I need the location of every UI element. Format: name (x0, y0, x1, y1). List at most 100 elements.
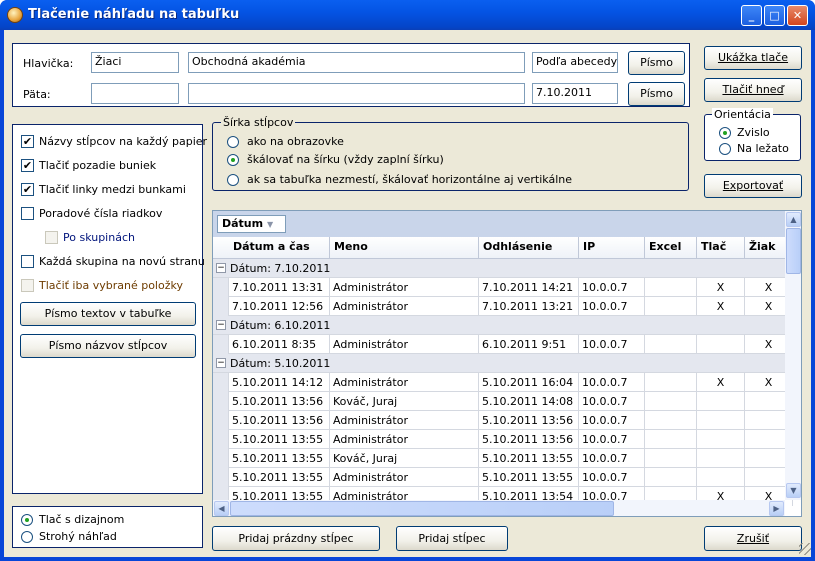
data-grid[interactable]: Dátum ▼ Dátum a čas Meno Odhlásenie IP Excel… (212, 210, 802, 517)
scroll-right-icon[interactable]: ▶ (769, 501, 784, 516)
group-label: Dátum: 7.10.2011 (230, 262, 331, 275)
group-row[interactable]: − Dátum: 6.10.2011 (213, 316, 785, 335)
table-cell: 7.10.2011 14:21 (479, 278, 579, 297)
print-cell-lines-checkbox[interactable]: ✔ (21, 183, 34, 196)
print-preview-button[interactable]: Ukážka tlače (704, 46, 802, 70)
print-selected-only-checkbox[interactable] (21, 279, 34, 292)
plain-preview-radio[interactable] (21, 531, 33, 543)
window-title: Tlačenie náhľadu na tabuľku (28, 7, 240, 22)
title-bar[interactable]: Tlačenie náhľadu na tabuľku _ □ ✕ (0, 0, 815, 30)
table-row[interactable]: 5.10.2011 13:55 Administrátor 5.10.2011 13… (213, 468, 793, 487)
column-width-fit-radio[interactable] (227, 154, 239, 166)
horizontal-scroll-thumb[interactable] (230, 501, 614, 516)
table-cell: 10.0.0.7 (579, 392, 645, 411)
column-names-every-page-checkbox[interactable]: ✔ (21, 135, 34, 148)
horizontal-scrollbar[interactable]: ◀ ▶ (213, 500, 785, 516)
column-width-screen-radio[interactable] (227, 136, 239, 148)
table-cell (697, 449, 745, 468)
table-row[interactable]: 5.10.2011 13:56 Kováč, Juraj 5.10.2011 14:… (213, 392, 793, 411)
minimize-button[interactable]: _ (741, 5, 762, 26)
maximize-icon: □ (769, 9, 780, 22)
collapse-icon[interactable]: − (216, 263, 226, 273)
group-row[interactable]: − Dátum: 7.10.2011 (213, 259, 785, 278)
table-row[interactable]: 5.10.2011 13:55 Kováč, Juraj 5.10.2011 13:… (213, 449, 793, 468)
footer-font-button[interactable]: Písmo (628, 82, 685, 106)
collapse-icon[interactable]: − (216, 320, 226, 330)
table-cell: 10.0.0.7 (579, 297, 645, 316)
app-window: Tlačenie náhľadu na tabuľku _ □ ✕ Hlavič… (0, 0, 815, 561)
orientation-group: Orientácia Zvislo Na ležato (704, 108, 801, 161)
table-cell: 6.10.2011 8:35 (229, 335, 330, 354)
table-row[interactable]: 5.10.2011 13:55 Administrátor 5.10.2011 13… (213, 430, 793, 449)
group-indent (213, 411, 229, 430)
table-cell (645, 392, 697, 411)
close-button[interactable]: ✕ (787, 5, 808, 26)
table-cell: Administrátor (330, 278, 479, 297)
header-footer-panel: Hlavička: Žiaci Obchodná akadémia Podľa … (12, 43, 690, 107)
table-cell: 5.10.2011 14:12 (229, 373, 330, 392)
table-cell: 5.10.2011 13:56 (479, 430, 579, 449)
table-row[interactable]: 7.10.2011 13:31 Administrátor 7.10.2011 14… (213, 278, 793, 297)
maximize-button[interactable]: □ (764, 5, 785, 26)
column-header[interactable]: Tlač (697, 237, 745, 259)
cancel-button[interactable]: Zrušiť (704, 526, 802, 551)
column-header[interactable]: Meno (330, 237, 479, 259)
scroll-down-icon[interactable]: ▼ (786, 483, 801, 498)
table-cell (645, 297, 697, 316)
add-column-button[interactable]: Pridaj stĺpec (396, 526, 508, 551)
group-indent (213, 373, 229, 392)
by-groups-checkbox[interactable] (45, 231, 58, 244)
column-header[interactable]: IP (579, 237, 645, 259)
group-indent (213, 297, 229, 316)
column-header[interactable]: Odhlásenie (479, 237, 579, 259)
close-icon: ✕ (792, 9, 803, 22)
header-left-input[interactable]: Žiaci (91, 52, 179, 73)
scroll-up-icon[interactable]: ▲ (786, 212, 801, 227)
table-cell: Administrátor (330, 468, 479, 487)
header-right-input[interactable]: Podľa abecedy (532, 52, 618, 73)
table-cell: X (697, 373, 745, 392)
table-cell (697, 335, 745, 354)
group-indent (213, 449, 229, 468)
column-width-fit-label: škálovať na šírku (vždy zaplní šírku) (247, 153, 444, 166)
footer-right-input[interactable]: 7.10.2011 (532, 83, 618, 104)
collapse-icon[interactable]: − (216, 358, 226, 368)
header-font-button[interactable]: Písmo (628, 51, 685, 75)
column-header[interactable]: Dátum a čas (213, 237, 330, 259)
table-row[interactable]: 6.10.2011 8:35 Administrátor 6.10.2011 9:5… (213, 335, 793, 354)
table-cell: Administrátor (330, 430, 479, 449)
header-label: Hlavička: (23, 57, 74, 70)
footer-center-input[interactable] (188, 83, 525, 104)
print-cell-background-checkbox[interactable]: ✔ (21, 159, 34, 172)
column-header-font-button[interactable]: Písmo názvov stĺpcov (20, 334, 196, 358)
table-text-font-button[interactable]: Písmo textov v tabuľke (20, 302, 196, 326)
resize-grip-icon[interactable] (799, 543, 811, 555)
table-row[interactable]: 7.10.2011 12:56 Administrátor 7.10.2011 13… (213, 297, 793, 316)
table-row[interactable]: 5.10.2011 13:56 Administrátor 5.10.2011 13… (213, 411, 793, 430)
group-row[interactable]: − Dátum: 5.10.2011 (213, 354, 785, 373)
table-cell: X (697, 278, 745, 297)
table-row[interactable]: 5.10.2011 14:12 Administrátor 5.10.2011 16… (213, 373, 793, 392)
vertical-scroll-thumb[interactable] (786, 228, 801, 274)
column-header[interactable]: Excel (645, 237, 697, 259)
group-chip-date[interactable]: Dátum ▼ (217, 215, 286, 233)
vertical-scrollbar[interactable]: ▲ ▼ (785, 211, 801, 500)
group-new-page-checkbox[interactable] (21, 255, 34, 268)
row-numbers-checkbox[interactable] (21, 207, 34, 220)
orientation-portrait-radio[interactable] (719, 127, 731, 139)
group-indent (213, 335, 229, 354)
print-now-button[interactable]: Tlačiť hneď (704, 78, 802, 102)
table-cell (645, 278, 697, 297)
table-cell: 10.0.0.7 (579, 373, 645, 392)
scroll-left-icon[interactable]: ◀ (214, 501, 229, 516)
table-cell: 5.10.2011 13:56 (229, 392, 330, 411)
footer-left-input[interactable] (91, 83, 179, 104)
group-chip-label: Dátum (222, 217, 264, 230)
header-center-input[interactable]: Obchodná akadémia (188, 52, 525, 73)
table-cell: 5.10.2011 13:55 (479, 468, 579, 487)
export-button[interactable]: Exportovať (704, 174, 802, 198)
print-design-radio[interactable] (21, 514, 33, 526)
column-width-scale-radio[interactable] (227, 174, 239, 186)
add-empty-column-button[interactable]: Pridaj prázdny stĺpec (212, 526, 380, 551)
orientation-landscape-radio[interactable] (719, 143, 731, 155)
